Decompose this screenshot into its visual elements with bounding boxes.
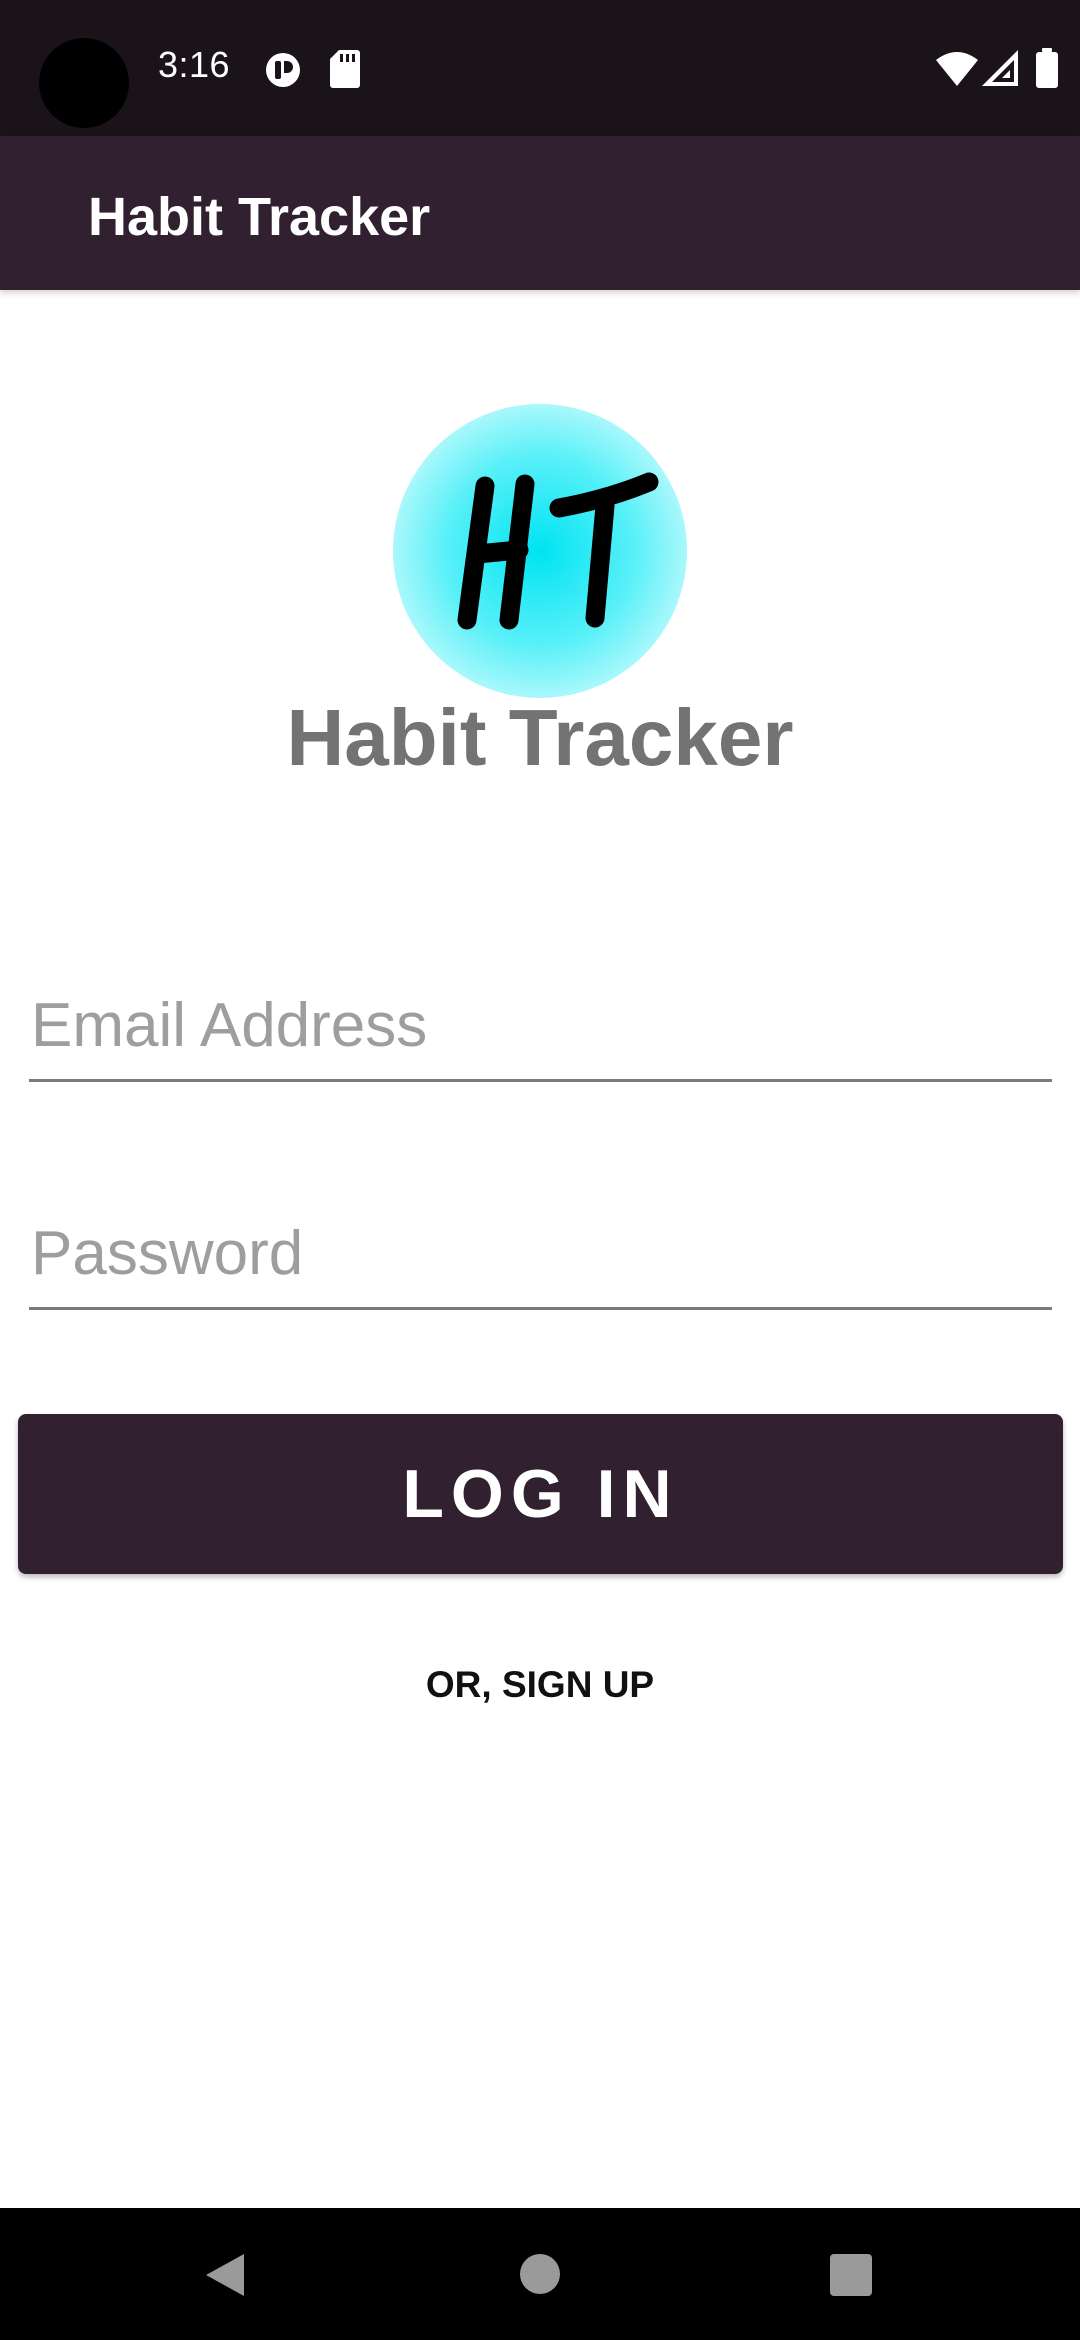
home-icon[interactable] — [520, 2254, 560, 2294]
app-bar: Habit Tracker — [0, 136, 1080, 290]
recents-icon[interactable] — [830, 2254, 872, 2296]
wifi-icon — [936, 52, 978, 86]
sign-up-link[interactable]: OR, SIGN UP — [0, 1664, 1080, 1706]
battery-icon — [1036, 48, 1058, 88]
login-button[interactable]: LOG IN — [18, 1414, 1063, 1574]
ht-logo-mark-icon — [457, 472, 659, 630]
notification-icon — [266, 53, 300, 87]
login-screen: 3:16 Habit Tracker Habit Tracker Email A… — [0, 0, 1080, 2340]
back-icon[interactable] — [204, 2252, 246, 2298]
signal-icon — [982, 50, 1018, 86]
email-field[interactable] — [29, 972, 1052, 1082]
app-logo — [393, 404, 687, 698]
brand-name: Habit Tracker — [286, 693, 794, 782]
password-field[interactable] — [29, 1200, 1052, 1310]
status-bar: 3:16 — [0, 0, 1080, 136]
sd-card-icon — [330, 50, 360, 88]
status-time: 3:16 — [158, 44, 231, 85]
camera-cutout — [39, 38, 129, 128]
navigation-bar — [0, 2208, 1080, 2340]
app-bar-title: Habit Tracker — [88, 187, 431, 247]
